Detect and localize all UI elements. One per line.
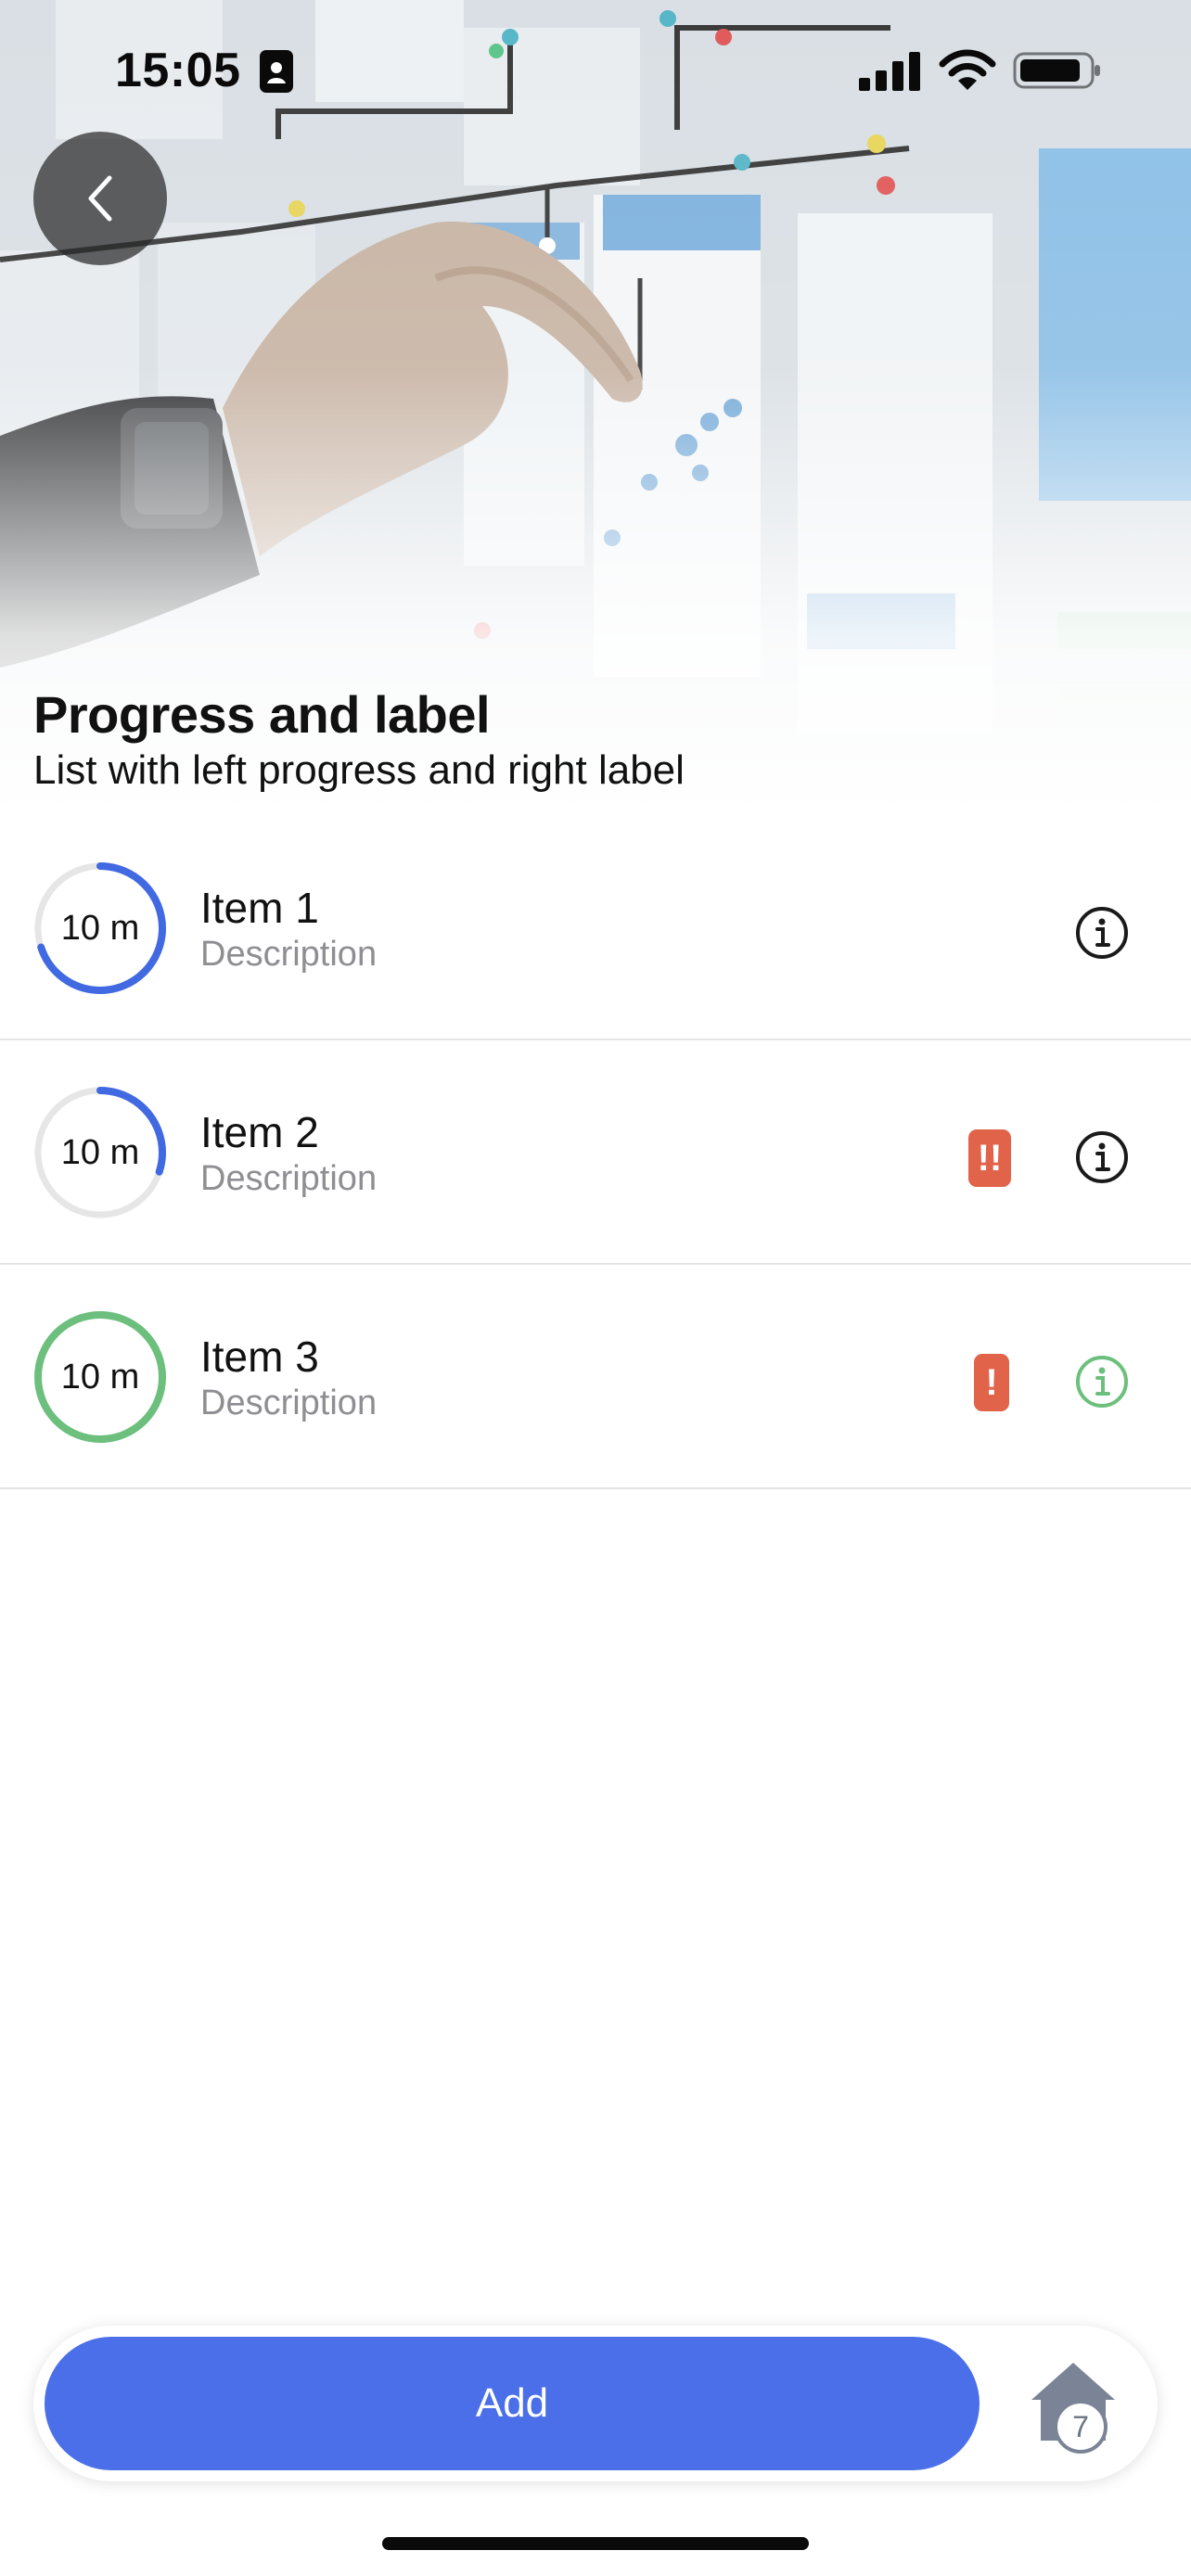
home-indicator [382, 2537, 809, 2550]
list-item[interactable]: 10 m Item 2 Description !! [0, 1040, 1191, 1265]
info-icon[interactable] [1074, 905, 1130, 961]
progress-label: 10 m [60, 1132, 140, 1172]
item-description: Description [200, 1384, 378, 1422]
home-count-badge: 7 [1054, 2400, 1108, 2454]
item-description: Description [200, 1159, 378, 1198]
battery-icon [1013, 52, 1100, 89]
progress-label: 10 m [60, 1357, 140, 1396]
chevron-left-icon [88, 175, 112, 222]
list-item[interactable]: 10 m Item 1 Description [0, 816, 1191, 1040]
info-icon[interactable] [1074, 1129, 1130, 1185]
info-icon[interactable] [1074, 1354, 1130, 1409]
item-description: Description [200, 935, 378, 974]
back-button[interactable] [33, 132, 167, 265]
contact-card-icon [260, 50, 293, 93]
item-title: Item 2 [200, 1108, 319, 1156]
item-title: Item 1 [200, 884, 319, 932]
status-icons [859, 48, 1102, 93]
signal-icon [859, 52, 920, 91]
bottom-action-bar: Add 7 [33, 2326, 1158, 2481]
page-subtitle: List with left progress and right label [33, 747, 685, 793]
priority-badge: !! [968, 1129, 1011, 1187]
item-title: Item 3 [200, 1333, 319, 1381]
wifi-icon [939, 49, 996, 90]
priority-badge: ! [974, 1354, 1009, 1411]
list-item[interactable]: 10 m Item 3 Description ! [0, 1265, 1191, 1489]
add-button[interactable]: Add [45, 2337, 980, 2470]
progress-label: 10 m [60, 908, 140, 948]
page-title: Progress and label [33, 685, 491, 744]
status-time: 15:05 [115, 44, 241, 97]
item-list: 10 m Item 1 Description 10 m Item 2 Desc… [0, 816, 1191, 1489]
